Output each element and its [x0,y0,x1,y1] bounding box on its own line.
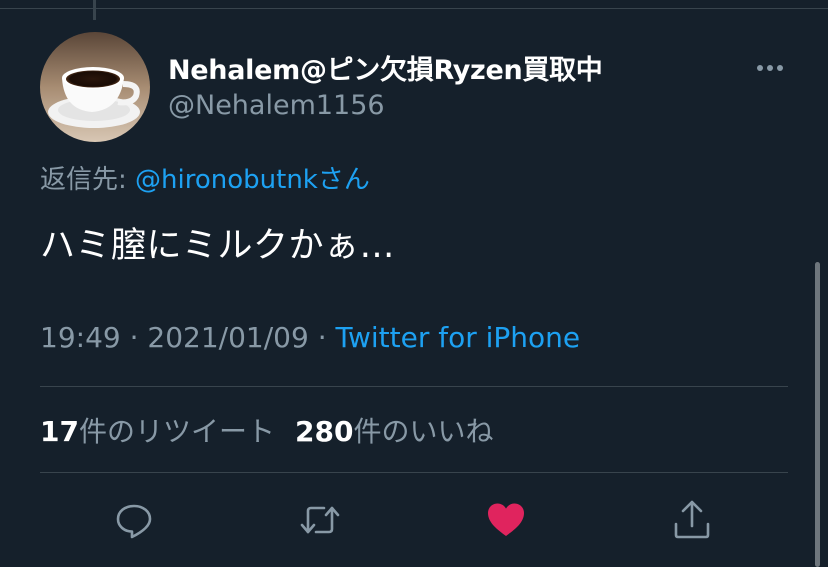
retweet-button[interactable] [298,498,342,542]
tweet-source-link[interactable]: Twitter for iPhone [336,321,581,354]
reply-button[interactable] [112,498,156,542]
tweet-meta: 19:49 · 2021/01/09 · Twitter for iPhone [40,321,580,354]
like-button[interactable] [484,498,528,542]
thread-connector-line [93,0,96,20]
reply-to-line: 返信先: @hironobutnkさん [40,159,370,196]
like-count: 280 [294,415,354,448]
tweet-time: 19:49 [40,321,121,354]
divider [40,386,788,387]
more-icon [757,65,783,71]
avatar[interactable] [40,32,150,142]
reply-icon [116,504,152,539]
divider [40,472,788,473]
reply-to-prefix: 返信先: [40,165,136,195]
like-label: 件のいいね [353,415,494,448]
scrollbar[interactable] [815,262,820,567]
coffee-cup-avatar-icon [40,32,150,142]
tweet-text: ハミ膣にミルクかぁ… [40,226,396,266]
more-button[interactable] [750,48,790,88]
tweet-date: 2021/01/09 [147,321,309,354]
reply-mention-link[interactable]: @hironobutnkさん [135,165,370,195]
share-icon [674,500,710,539]
retweet-icon [300,506,340,534]
retweet-label: 件のリツイート [78,415,275,448]
retweet-count: 17 [40,415,79,448]
heart-icon [488,503,524,536]
user-handle[interactable]: @Nehalem1156 [168,90,385,121]
engagement-stats: 17件のリツイート 280件のいいね [40,410,493,450]
share-button[interactable] [670,498,714,542]
meta-separator: · [120,321,148,354]
meta-separator: · [308,321,336,354]
likes-stat[interactable]: 280件のいいね [295,415,493,448]
retweets-stat[interactable]: 17件のリツイート [40,415,275,448]
display-name[interactable]: Nehalem@ピン欠損Ryzen買取中 [168,48,603,87]
top-divider [0,8,828,9]
